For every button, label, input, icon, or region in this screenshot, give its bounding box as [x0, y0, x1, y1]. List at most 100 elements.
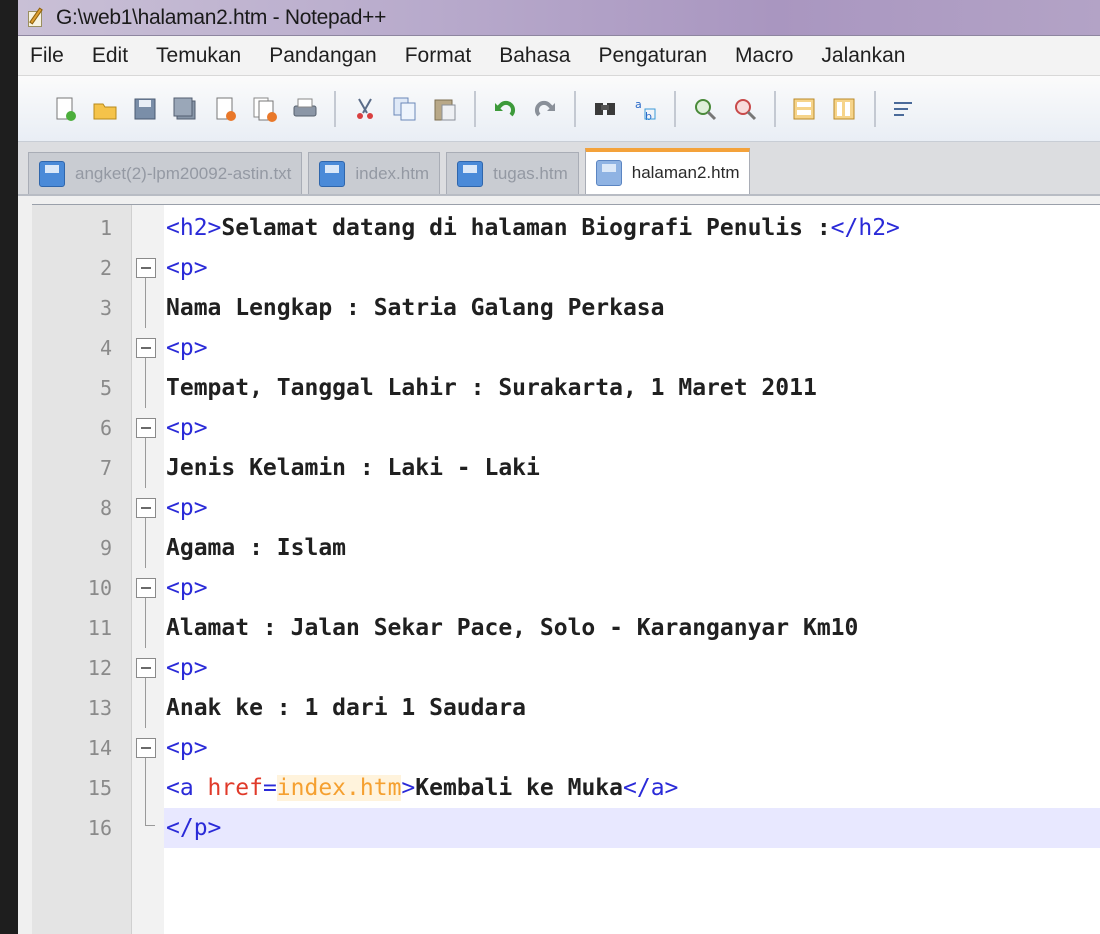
sync-horizontal-icon — [831, 95, 859, 123]
code-line[interactable]: Tempat, Tanggal Lahir : Surakarta, 1 Mar… — [164, 368, 1100, 408]
new-file-button[interactable] — [48, 92, 82, 126]
document-tab[interactable]: halaman2.htm — [584, 148, 751, 194]
code-line[interactable]: <p> — [164, 488, 1100, 528]
sync-vertical-button[interactable] — [788, 92, 822, 126]
code-tag: <p> — [166, 255, 208, 281]
replace-button[interactable]: ab — [628, 92, 662, 126]
close-all-button[interactable] — [248, 92, 282, 126]
notepadpp-app-icon — [26, 6, 48, 29]
menu-pandangan[interactable]: Pandangan — [269, 44, 376, 68]
code-line[interactable]: Agama : Islam — [164, 528, 1100, 568]
save-all-button[interactable] — [168, 92, 202, 126]
code-text: Alamat : Jalan Sekar Pace, Solo - Karang… — [166, 615, 859, 641]
save-state-icon — [39, 160, 65, 187]
code-line[interactable]: <p> — [164, 328, 1100, 368]
document-tab-label: halaman2.htm — [631, 163, 740, 182]
code-editor[interactable]: 1 2 3 4 5 6 7 8 9 10 11 12 13 14 15 16 <h2>Selamat data… — [32, 204, 1100, 934]
undo-icon — [491, 95, 519, 123]
title-bar[interactable]: G:\web1\halaman2.htm - Notepad++ — [18, 0, 1100, 36]
fold-toggle-icon[interactable] — [136, 738, 156, 758]
menu-edit[interactable]: Edit — [92, 44, 128, 68]
copy-icon — [391, 95, 419, 123]
find-icon — [591, 95, 619, 123]
document-tab[interactable]: tugas.htm — [446, 152, 579, 194]
menu-format[interactable]: Format — [405, 44, 472, 68]
save-all-icon — [171, 95, 199, 123]
menu-jalankan[interactable]: Jalankan — [821, 44, 905, 68]
fold-toggle-icon[interactable] — [136, 338, 156, 358]
code-attr: href — [207, 775, 263, 801]
fold-toggle-icon[interactable] — [136, 578, 156, 598]
open-folder-button[interactable] — [88, 92, 122, 126]
code-area[interactable]: <h2>Selamat datang di halaman Biografi P… — [164, 205, 1100, 934]
code-line[interactable]: <p> — [164, 568, 1100, 608]
line-number: 2 — [99, 256, 112, 280]
copy-button[interactable] — [388, 92, 422, 126]
menu-file[interactable]: File — [30, 44, 64, 68]
code-tag: <h2> — [166, 215, 222, 241]
paste-icon — [431, 95, 459, 123]
line-number: 8 — [99, 496, 112, 520]
code-line[interactable]: </p> — [164, 808, 1100, 848]
code-line[interactable]: <h2>Selamat datang di halaman Biografi P… — [164, 208, 1100, 248]
code-tag: <p> — [166, 655, 208, 681]
zoom-in-button[interactable] — [688, 92, 722, 126]
find-button[interactable] — [588, 92, 622, 126]
save-state-icon — [319, 160, 346, 187]
code-line[interactable]: Anak ke : 1 dari 1 Saudara — [164, 688, 1100, 728]
save-button[interactable] — [128, 92, 162, 126]
cut-button[interactable] — [348, 92, 382, 126]
sync-horizontal-button[interactable] — [828, 92, 862, 126]
redo-button[interactable] — [528, 92, 562, 126]
menu-macro[interactable]: Macro — [735, 44, 793, 68]
undo-button[interactable] — [488, 92, 522, 126]
line-number: 6 — [99, 416, 112, 440]
line-number: 12 — [87, 656, 112, 680]
new-file-icon — [51, 95, 79, 123]
code-tag: </p> — [166, 815, 222, 841]
fold-toggle-icon[interactable] — [136, 418, 156, 438]
fold-guide-line — [145, 358, 146, 408]
fold-margin — [132, 205, 164, 934]
close-file-button[interactable] — [208, 92, 242, 126]
document-tab[interactable]: index.htm — [308, 152, 441, 194]
line-number: 5 — [99, 376, 112, 400]
svg-text:a: a — [635, 98, 642, 111]
toolbar-separator — [574, 90, 576, 127]
fold-toggle-icon[interactable] — [136, 498, 156, 518]
close-file-icon — [211, 95, 239, 123]
fold-toggle-icon[interactable] — [136, 658, 156, 678]
code-line[interactable]: <a href=index.htm>Kembali ke Muka</a> — [164, 768, 1100, 808]
code-line[interactable]: Nama Lengkap : Satria Galang Perkasa — [164, 288, 1100, 328]
word-wrap-button[interactable] — [888, 92, 922, 126]
code-line[interactable]: <p> — [164, 728, 1100, 768]
menu-pengaturan[interactable]: Pengaturan — [598, 44, 707, 68]
code-line[interactable]: <p> — [164, 408, 1100, 448]
fold-guide-line — [145, 278, 146, 328]
paste-button[interactable] — [428, 92, 462, 126]
code-line[interactable]: <p> — [164, 248, 1100, 288]
document-tab-label: angket(2)-lpm20092-astin.txt — [75, 163, 292, 183]
menu-temukan[interactable]: Temukan — [156, 44, 241, 68]
save-icon — [131, 95, 159, 123]
document-tab-label: tugas.htm — [493, 163, 568, 183]
line-number: 14 — [87, 736, 112, 760]
code-line[interactable]: Jenis Kelamin : Laki - Laki — [164, 448, 1100, 488]
line-number: 3 — [99, 296, 112, 320]
code-tag: > — [401, 775, 416, 801]
window-frame-left — [0, 0, 18, 934]
print-button[interactable] — [288, 92, 322, 126]
fold-toggle-icon[interactable] — [136, 258, 156, 278]
zoom-in-icon — [691, 95, 719, 123]
line-number: 1 — [99, 216, 112, 240]
zoom-out-button[interactable] — [728, 92, 762, 126]
code-text: Jenis Kelamin : Laki - Laki — [166, 455, 540, 481]
menu-bahasa[interactable]: Bahasa — [499, 44, 570, 68]
toolbar: ab — [18, 76, 1100, 142]
word-wrap-icon — [891, 95, 919, 123]
code-line[interactable]: <p> — [164, 648, 1100, 688]
code-line[interactable]: Alamat : Jalan Sekar Pace, Solo - Karang… — [164, 608, 1100, 648]
code-eq: = — [262, 775, 277, 801]
document-tab[interactable]: angket(2)-lpm20092-astin.txt — [28, 152, 303, 194]
line-number: 15 — [87, 776, 112, 800]
